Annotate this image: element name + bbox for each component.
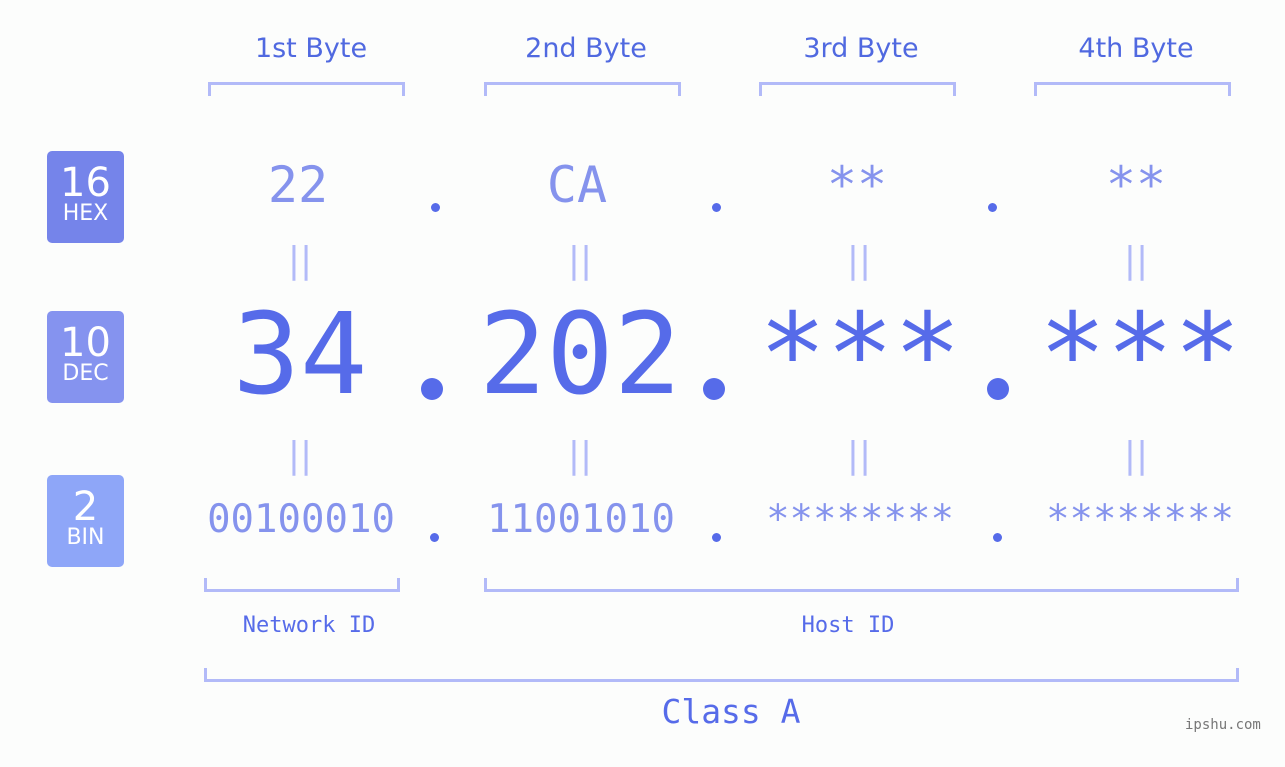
bin-value-1: 00100010: [207, 497, 395, 542]
equals-symbol: ||: [1123, 435, 1149, 476]
network-id-bracket: [204, 578, 400, 592]
dec-base-number: 10: [60, 320, 111, 366]
watermark: ipshu.com: [1185, 717, 1261, 733]
bin-separator-dot: [993, 533, 1002, 542]
dec-badge: 10 DEC: [47, 311, 124, 403]
network-id-label: Network ID: [242, 613, 376, 638]
dec-value-3: ***: [758, 290, 962, 420]
host-id-label: Host ID: [801, 613, 895, 638]
dec-separator-dot: [421, 378, 443, 400]
equals-symbol: ||: [567, 435, 593, 476]
dec-base-unit: DEC: [62, 361, 109, 386]
dec-value-1: 34: [232, 290, 368, 420]
byte-label-3: 3rd Byte: [803, 33, 919, 64]
bin-base-unit: BIN: [66, 525, 105, 550]
equals-symbol: ||: [846, 240, 872, 281]
dec-value-2: 202: [478, 290, 682, 420]
bin-base-number: 2: [72, 484, 99, 530]
hex-value-1: 22: [267, 156, 329, 214]
byte-bracket-1: [208, 82, 405, 96]
byte-label-1: 1st Byte: [254, 33, 368, 64]
hex-base-number: 16: [60, 160, 111, 206]
equals-symbol: ||: [287, 435, 313, 476]
equals-symbol: ||: [846, 435, 872, 476]
hex-value-4: **: [1105, 156, 1167, 214]
bin-badge: 2 BIN: [47, 475, 124, 567]
hex-separator-dot: [712, 203, 721, 212]
dec-separator-dot: [987, 378, 1009, 400]
dec-separator-dot: [703, 378, 725, 400]
hex-value-3: **: [826, 156, 888, 214]
byte-bracket-2: [484, 82, 681, 96]
byte-bracket-4: [1034, 82, 1231, 96]
hex-separator-dot: [988, 203, 997, 212]
byte-label-2: 2nd Byte: [525, 33, 647, 64]
bin-separator-dot: [712, 533, 721, 542]
host-id-bracket: [484, 578, 1239, 592]
equals-symbol: ||: [567, 240, 593, 281]
bin-separator-dot: [430, 533, 439, 542]
byte-label-4: 4th Byte: [1078, 33, 1194, 64]
bin-value-3: ********: [766, 497, 954, 542]
class-bracket: [204, 668, 1239, 682]
dec-value-4: ***: [1038, 290, 1242, 420]
equals-symbol: ||: [287, 240, 313, 281]
class-label: Class A: [661, 692, 801, 731]
hex-badge: 16 HEX: [47, 151, 124, 243]
byte-bracket-3: [759, 82, 956, 96]
equals-symbol: ||: [1123, 240, 1149, 281]
hex-value-2: CA: [546, 156, 608, 214]
bin-value-4: ********: [1046, 497, 1234, 542]
hex-base-unit: HEX: [62, 201, 109, 226]
bin-value-2: 11001010: [487, 497, 675, 542]
hex-separator-dot: [431, 203, 440, 212]
